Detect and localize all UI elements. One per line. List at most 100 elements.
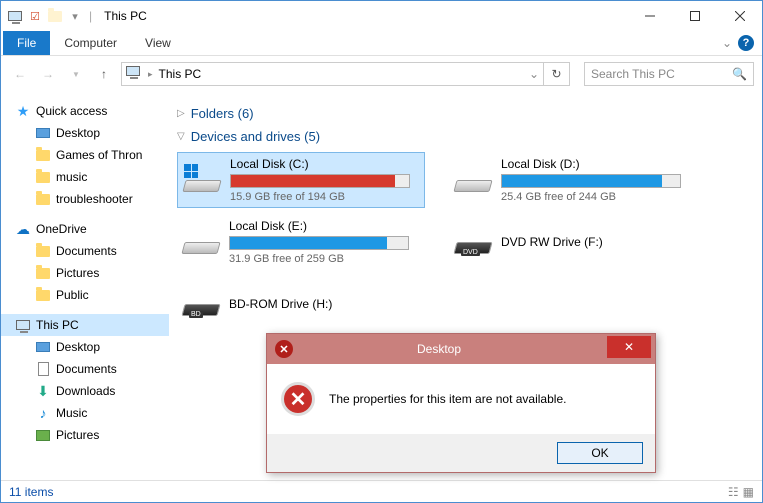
tree-qa-item[interactable]: Desktop (1, 122, 169, 144)
address-pc-icon (126, 66, 142, 82)
pc-icon (15, 317, 31, 333)
drive-icon (182, 160, 222, 200)
drive-icon: BD (181, 284, 221, 324)
music-icon: ♪ (35, 405, 51, 421)
drive-icon (453, 160, 493, 200)
drive-item[interactable]: BD BD-ROM Drive (H:) (177, 276, 425, 332)
drive-item[interactable]: Local Disk (D:)25.4 GB free of 244 GB (449, 152, 697, 208)
chevron-right-icon[interactable]: ▸ (148, 69, 153, 80)
folder-icon (35, 169, 51, 185)
tree-od-item[interactable]: Public (1, 284, 169, 306)
tree-label: This PC (36, 318, 79, 332)
tree-label: Pictures (56, 428, 99, 442)
tab-computer[interactable]: Computer (50, 31, 131, 55)
search-input[interactable]: Search This PC 🔍 (584, 62, 754, 86)
window-title: This PC (104, 9, 147, 23)
window-controls (627, 1, 762, 31)
dialog-body: ✕ The properties for this item are not a… (267, 364, 655, 434)
qat-newfolder-icon[interactable] (47, 8, 63, 24)
ok-button[interactable]: OK (557, 442, 643, 464)
group-devices[interactable]: ▽ Devices and drives (5) (177, 129, 754, 144)
dialog-title-icon: ✕ (275, 340, 293, 358)
up-button[interactable]: ↑ (93, 63, 115, 85)
qat-properties-icon[interactable]: ☑ (27, 8, 43, 24)
tree-pc-item[interactable]: Pictures (1, 424, 169, 446)
cloud-icon: ☁ (15, 221, 31, 237)
address-dropdown-icon[interactable]: ⌄ (529, 67, 539, 81)
chevron-right-icon[interactable]: ▷ (177, 108, 185, 119)
drive-item[interactable]: Local Disk (E:)31.9 GB free of 259 GB (177, 214, 425, 270)
drive-name: DVD RW Drive (F:) (501, 235, 693, 249)
desktop-icon (35, 339, 51, 355)
status-items: 11 items (9, 485, 53, 499)
drive-name: Local Disk (E:) (229, 219, 421, 233)
address-bar[interactable]: ▸ This PC ⌄ (121, 62, 544, 86)
tree-qa-item[interactable]: music (1, 166, 169, 188)
tree-this-pc[interactable]: This PC (1, 314, 169, 336)
folder-icon (35, 147, 51, 163)
qat: ☑ ▾ (7, 8, 83, 24)
folder-icon (35, 243, 51, 259)
capacity-bar (501, 174, 681, 188)
tree-label: Music (56, 406, 87, 420)
dialog-title: Desktop (301, 342, 607, 356)
search-icon[interactable]: 🔍 (732, 67, 747, 81)
drive-free: 15.9 GB free of 194 GB (230, 191, 420, 203)
tree-label: Desktop (56, 340, 100, 354)
tree-pc-item[interactable]: Documents (1, 358, 169, 380)
tree-label: Downloads (56, 384, 115, 398)
details-view-icon[interactable]: ☷ (728, 485, 739, 499)
minimize-button[interactable] (627, 1, 672, 31)
refresh-button[interactable]: ↻ (544, 62, 570, 86)
tab-view[interactable]: View (131, 31, 185, 55)
tree-pc-item[interactable]: ⬇ Downloads (1, 380, 169, 402)
tree-od-item[interactable]: Pictures (1, 262, 169, 284)
drives-list: Local Disk (C:)15.9 GB free of 194 GB Lo… (177, 152, 754, 332)
ribbon: File Computer View ⌄ ? (1, 31, 762, 56)
folder-icon (35, 287, 51, 303)
desktop-icon (35, 125, 51, 141)
back-button[interactable]: ← (9, 63, 31, 85)
tab-file[interactable]: File (3, 31, 50, 55)
navbar: ← → ▼ ↑ ▸ This PC ⌄ ↻ Search This PC 🔍 (1, 56, 762, 92)
search-placeholder: Search This PC (591, 67, 732, 81)
tree-pc-item[interactable]: Desktop (1, 336, 169, 358)
ribbon-expand-icon[interactable]: ⌄ (722, 36, 732, 50)
tree-onedrive[interactable]: ☁ OneDrive (1, 218, 169, 240)
nav-tree: ★ Quick access Desktop Games of Thron mus… (1, 92, 169, 478)
drive-name: Local Disk (D:) (501, 157, 693, 171)
drive-item[interactable]: Local Disk (C:)15.9 GB free of 194 GB (177, 152, 425, 208)
tree-quick-access[interactable]: ★ Quick access (1, 100, 169, 122)
error-icon: ✕ (281, 382, 315, 416)
tree-od-item[interactable]: Documents (1, 240, 169, 262)
maximize-button[interactable] (672, 1, 717, 31)
tree-qa-item[interactable]: Games of Thron (1, 144, 169, 166)
status-bar: 11 items ☷ ▦ (1, 480, 762, 502)
folder-icon (35, 191, 51, 207)
recent-dropdown-icon[interactable]: ▼ (65, 63, 87, 85)
tree-label: troubleshooter (56, 192, 133, 206)
tree-qa-item[interactable]: troubleshooter (1, 188, 169, 210)
group-label: Folders (6) (191, 106, 254, 121)
chevron-down-icon[interactable]: ▽ (177, 131, 185, 142)
tree-label: Quick access (36, 104, 107, 118)
tree-pc-item[interactable]: ♪ Music (1, 402, 169, 424)
tree-label: OneDrive (36, 222, 87, 236)
drive-item[interactable]: DVD DVD RW Drive (F:) (449, 214, 697, 270)
drive-name: BD-ROM Drive (H:) (229, 297, 421, 311)
help-icon[interactable]: ? (738, 35, 754, 51)
star-icon: ★ (15, 103, 31, 119)
close-button[interactable] (717, 1, 762, 31)
dialog-close-button[interactable]: ✕ (607, 336, 651, 358)
group-folders[interactable]: ▷ Folders (6) (177, 106, 754, 121)
capacity-bar (230, 174, 410, 188)
group-label: Devices and drives (5) (191, 129, 320, 144)
capacity-bar (229, 236, 409, 250)
address-segment[interactable]: This PC (159, 67, 202, 81)
qat-dropdown-icon[interactable]: ▾ (67, 8, 83, 24)
tree-label: Documents (56, 244, 117, 258)
download-icon: ⬇ (35, 383, 51, 399)
large-icons-view-icon[interactable]: ▦ (743, 485, 754, 499)
dialog-titlebar[interactable]: ✕ Desktop ✕ (267, 334, 655, 364)
forward-button[interactable]: → (37, 63, 59, 85)
